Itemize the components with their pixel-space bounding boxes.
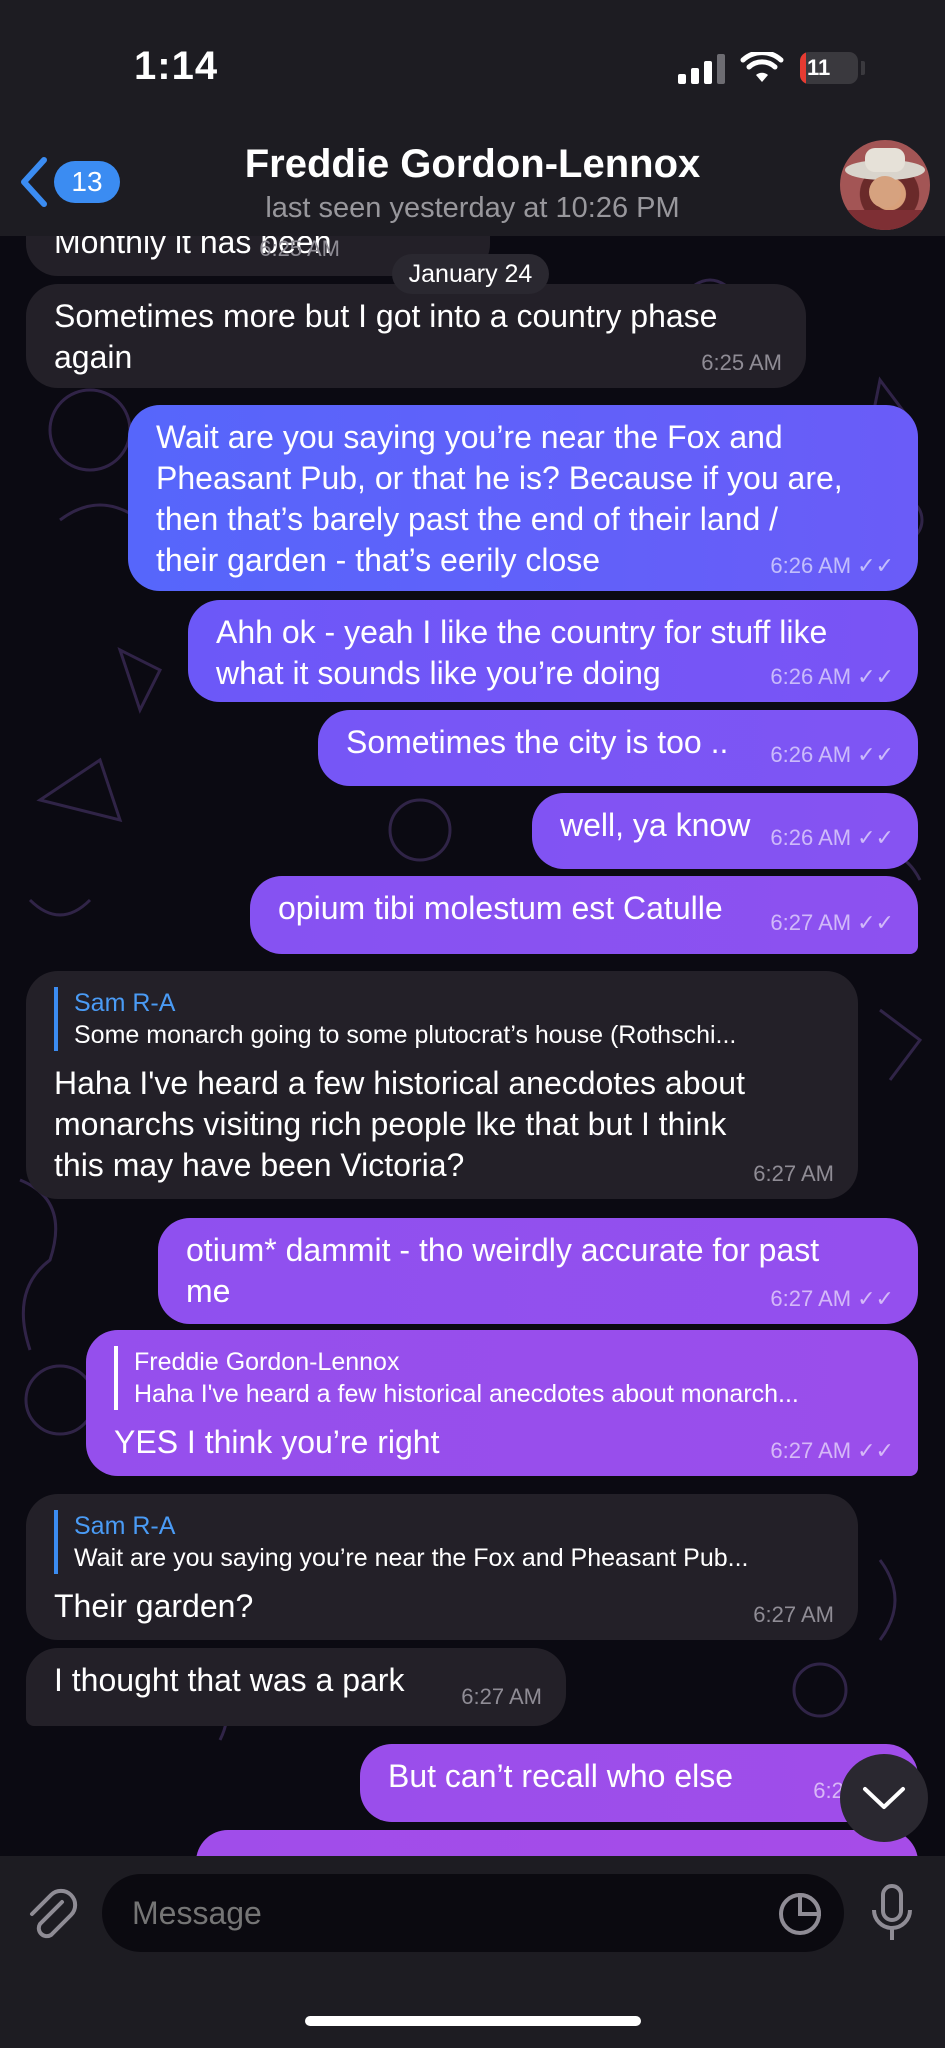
message-text: Sometimes more but I got into a country … <box>54 298 718 375</box>
message-outgoing[interactable]: Ahh ok - yeah I like the country for stu… <box>188 600 918 702</box>
message-time: 6:26 AM <box>770 742 852 767</box>
message-outgoing[interactable]: Wait are you saying you’re near the Fox … <box>128 405 918 591</box>
double-check-icon: ✓✓ <box>857 910 894 935</box>
scroll-to-bottom-button[interactable] <box>840 1754 928 1842</box>
reply-preview[interactable]: Sam R-A Wait are you saying you’re near … <box>54 1510 830 1574</box>
avatar-photo <box>840 148 930 230</box>
signal-icon <box>678 52 725 84</box>
reply-snippet: Haha I've heard a few historical anecdot… <box>134 1380 799 1408</box>
message-incoming[interactable]: I thought that was a park 6:27 AM <box>26 1648 566 1726</box>
double-check-icon: ✓✓ <box>857 664 894 689</box>
message-incoming[interactable]: Sam R-A Wait are you saying you’re near … <box>26 1494 858 1640</box>
contact-name[interactable]: Freddie Gordon-Lennox <box>0 142 945 187</box>
home-indicator <box>305 2016 641 2026</box>
double-check-icon: ✓✓ <box>857 1286 894 1311</box>
message-time: 6:27 AM <box>770 1438 852 1463</box>
reply-snippet: Wait are you saying you’re near the Fox … <box>74 1544 749 1572</box>
message-outgoing[interactable]: Freddie Gordon-Lennox Haha I've heard a … <box>86 1330 918 1476</box>
message-time: 6:27 AM <box>770 910 852 935</box>
microphone-icon[interactable] <box>868 1882 916 1946</box>
last-seen-status: last seen yesterday at 10:26 PM <box>265 192 680 224</box>
attach-icon[interactable] <box>24 1888 80 1944</box>
sticker-icon[interactable] <box>776 1890 824 1938</box>
reply-snippet: Some monarch going to some plutocrat’s h… <box>74 1021 737 1049</box>
message-time: 6:27 AM <box>461 1684 542 1709</box>
message-text: Their garden? <box>54 1588 254 1624</box>
reply-author: Freddie Gordon-Lennox <box>134 1348 400 1376</box>
battery-level: 11 <box>807 55 831 80</box>
message-input[interactable] <box>102 1874 844 1952</box>
message-incoming[interactable]: Sam R-A Some monarch going to some pluto… <box>26 971 858 1199</box>
message-time: 6:27 AM <box>770 1286 852 1311</box>
message-time: 6:26 AM <box>770 664 852 689</box>
date-separator: January 24 <box>392 254 549 294</box>
message-time: 6:25 AM <box>259 236 340 261</box>
message-incoming[interactable]: Sometimes more but I got into a country … <box>26 284 806 388</box>
reply-preview[interactable]: Freddie Gordon-Lennox Haha I've heard a … <box>114 1346 890 1410</box>
contact-avatar[interactable] <box>840 140 930 230</box>
double-check-icon: ✓✓ <box>857 553 894 578</box>
reply-preview[interactable]: Sam R-A Some monarch going to some pluto… <box>54 987 830 1051</box>
wifi-icon <box>740 52 784 82</box>
reply-author: Sam R-A <box>74 989 176 1017</box>
message-outgoing[interactable]: But can’t recall who else 6:27 AM <box>360 1744 918 1822</box>
battery-cap <box>861 61 865 75</box>
message-time: 6:26 AM <box>770 825 852 850</box>
double-check-icon: ✓✓ <box>857 1438 894 1463</box>
message-text: Haha I've heard a few historical anecdot… <box>54 1065 745 1183</box>
message-outgoing[interactable]: otium* dammit - tho weirdly accurate for… <box>158 1218 918 1324</box>
message-outgoing[interactable]: Sometimes the city is too .. 6:26 AM ✓✓ <box>318 710 918 786</box>
status-time: 1:14 <box>134 44 219 88</box>
message-composer <box>0 1856 945 2048</box>
message-time: 6:27 AM <box>753 1161 834 1186</box>
chevron-down-icon <box>863 1787 905 1809</box>
message-outgoing[interactable]: opium tibi molestum est Catulle 6:27 AM ✓… <box>250 876 918 954</box>
message-time: 6:25 AM <box>701 350 782 375</box>
message-time: 6:26 AM <box>770 553 852 578</box>
message-time: 6:27 AM <box>753 1602 834 1627</box>
battery-indicator: 11 <box>800 52 858 84</box>
double-check-icon: ✓✓ <box>857 742 894 767</box>
double-check-icon: ✓✓ <box>857 825 894 850</box>
message-outgoing[interactable]: well, ya know 6:26 AM ✓✓ <box>532 793 918 869</box>
chat-header: 1:14 11 13 Freddie Gordon-Lennox last se… <box>0 0 945 236</box>
reply-author: Sam R-A <box>74 1512 176 1540</box>
